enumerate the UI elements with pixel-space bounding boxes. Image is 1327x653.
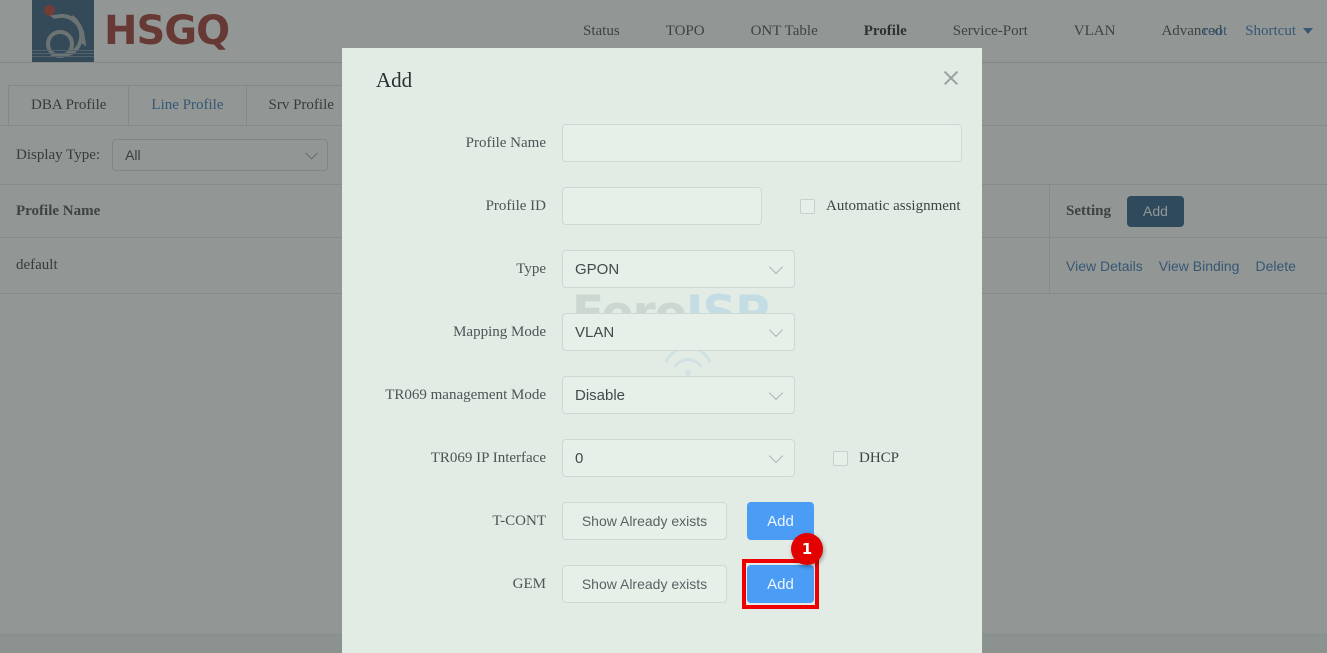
label-profile-id: Profile ID xyxy=(485,197,546,214)
chevron-down-icon xyxy=(768,385,784,401)
profile-name-input[interactable] xyxy=(562,124,962,162)
dialog-title: Add xyxy=(376,67,413,92)
field-row-profile-name: Profile Name xyxy=(342,124,982,162)
step-badge: 1 xyxy=(791,533,823,565)
tcont-show-existing-button[interactable]: Show Already exists xyxy=(562,502,727,540)
dialog-form: Profile Name Profile ID Automatic assign… xyxy=(342,112,982,609)
field-row-profile-id: Profile ID Automatic assignment xyxy=(342,187,982,225)
tr069-ip-interface-value: 0 xyxy=(575,449,584,467)
dhcp-label: DHCP xyxy=(859,449,900,466)
mapping-mode-select[interactable]: VLAN xyxy=(562,313,795,351)
chevron-down-icon xyxy=(768,448,784,464)
gem-add-button[interactable]: Add xyxy=(747,565,814,603)
type-select[interactable]: GPON xyxy=(562,250,795,288)
checkbox-box-icon xyxy=(833,450,848,466)
tr069-management-mode-select[interactable]: Disable xyxy=(562,376,795,414)
chevron-down-icon xyxy=(768,259,784,275)
field-row-gem: GEM Show Already exists Add 1 xyxy=(342,533,982,609)
field-row-tr069-ip-interface: TR069 IP Interface 0 DHCP xyxy=(342,439,982,477)
chevron-down-icon xyxy=(768,322,784,338)
tr069-ip-interface-select[interactable]: 0 xyxy=(562,439,795,477)
label-tr069-ip-interface: TR069 IP Interface xyxy=(430,449,546,466)
checkbox-box-icon xyxy=(800,198,815,214)
field-row-mapping-mode: Mapping Mode VLAN xyxy=(342,313,982,351)
automatic-assignment-checkbox[interactable]: Automatic assignment xyxy=(800,198,961,215)
tr069-management-mode-value: Disable xyxy=(575,386,626,404)
field-row-type: Type GPON xyxy=(342,250,982,288)
label-mapping-mode: Mapping Mode xyxy=(453,323,546,340)
label-gem: GEM xyxy=(512,575,546,592)
close-icon[interactable] xyxy=(940,67,962,89)
dialog-header: Add xyxy=(342,48,982,112)
label-tr069-management-mode: TR069 management Mode xyxy=(385,386,546,403)
label-type: Type xyxy=(516,260,546,277)
label-profile-name: Profile Name xyxy=(465,134,546,151)
field-row-tr069-management-mode: TR069 management Mode Disable xyxy=(342,376,982,414)
gem-show-existing-button[interactable]: Show Already exists xyxy=(562,565,727,603)
mapping-mode-value: VLAN xyxy=(575,323,615,341)
dhcp-checkbox[interactable]: DHCP xyxy=(833,450,899,467)
field-row-tcont: T-CONT Show Already exists Add xyxy=(342,502,982,540)
type-value: GPON xyxy=(575,260,620,278)
automatic-assignment-label: Automatic assignment xyxy=(826,197,961,214)
profile-id-input[interactable] xyxy=(562,187,762,225)
label-tcont: T-CONT xyxy=(492,512,546,529)
add-line-profile-dialog: Add ForoISP Profile Name Profile ID Auto… xyxy=(342,48,982,653)
gem-add-highlight-wrapper: Add 1 xyxy=(742,533,823,609)
